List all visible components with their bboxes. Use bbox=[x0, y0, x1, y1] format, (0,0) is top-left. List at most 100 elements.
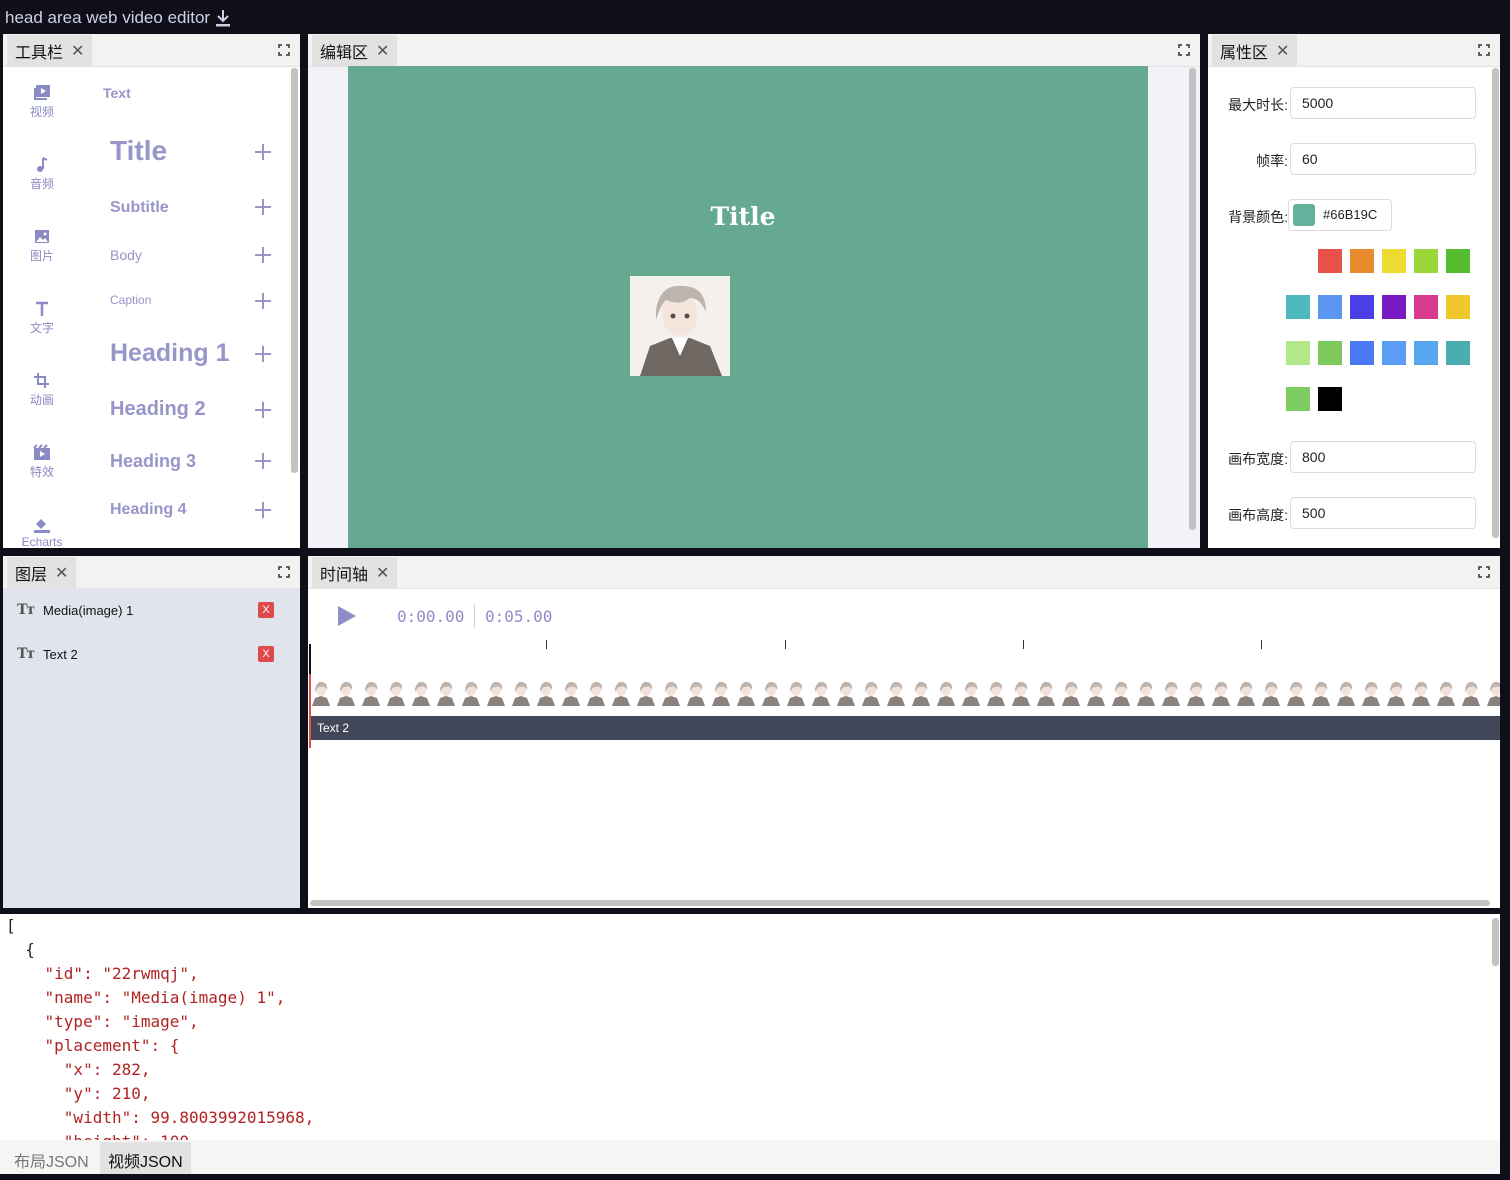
maximize-icon[interactable] bbox=[1478, 566, 1490, 578]
close-icon[interactable]: ✕ bbox=[71, 41, 84, 61]
category-animation[interactable]: 动画 bbox=[19, 372, 65, 408]
color-swatch[interactable] bbox=[1318, 341, 1342, 365]
close-icon[interactable]: ✕ bbox=[55, 563, 68, 583]
add-subtitle-icon[interactable] bbox=[254, 198, 272, 216]
color-swatch[interactable] bbox=[1414, 341, 1438, 365]
category-effects[interactable]: 特效 bbox=[19, 444, 65, 480]
text-item-heading4[interactable]: Heading 4 bbox=[110, 501, 186, 519]
image-thumbnail bbox=[410, 680, 432, 706]
tab-layers[interactable]: 图层 ✕ bbox=[7, 557, 77, 589]
image-thumbnail bbox=[660, 680, 682, 706]
layer-row[interactable]: Tт Text 2 X bbox=[3, 632, 293, 676]
tab-video-json[interactable]: 视频JSON bbox=[100, 1142, 191, 1174]
add-heading3-icon[interactable] bbox=[254, 452, 272, 470]
add-heading1-icon[interactable] bbox=[254, 345, 272, 363]
timeline-scrollbar[interactable] bbox=[310, 900, 1490, 906]
json-line-text: "height": 100 bbox=[6, 1132, 189, 1140]
add-heading2-icon[interactable] bbox=[254, 401, 272, 419]
image-thumbnail bbox=[1010, 680, 1032, 706]
text-item-heading2[interactable]: Heading 2 bbox=[110, 398, 206, 421]
timeline-panel: 时间轴 ✕ 0:00.00 0:05.00 Text 2 bbox=[308, 556, 1500, 908]
color-swatch[interactable] bbox=[1350, 295, 1374, 319]
tab-timeline[interactable]: 时间轴 ✕ bbox=[312, 557, 398, 589]
category-audio[interactable]: 音频 bbox=[19, 156, 65, 192]
ruler-tick bbox=[785, 640, 786, 649]
maximize-icon[interactable] bbox=[278, 566, 290, 578]
close-icon[interactable]: ✕ bbox=[1276, 41, 1289, 61]
add-caption-icon[interactable] bbox=[254, 292, 272, 310]
category-text[interactable]: 文字 bbox=[19, 300, 65, 336]
image-thumbnail bbox=[1110, 680, 1132, 706]
text-item-heading3[interactable]: Heading 3 bbox=[110, 451, 196, 472]
video-icon bbox=[34, 85, 50, 100]
close-icon[interactable]: ✕ bbox=[376, 563, 389, 583]
video-canvas[interactable]: Title bbox=[348, 66, 1148, 548]
close-icon[interactable]: ✕ bbox=[376, 41, 389, 61]
image-thumbnail bbox=[310, 680, 332, 706]
add-body-icon[interactable] bbox=[254, 246, 272, 264]
add-heading4-icon[interactable] bbox=[254, 501, 272, 519]
color-swatch[interactable] bbox=[1382, 341, 1406, 365]
tab-toolbar[interactable]: 工具栏 ✕ bbox=[7, 35, 93, 67]
image-thumbnail bbox=[1410, 680, 1432, 706]
fps-input[interactable]: 60 bbox=[1290, 143, 1476, 175]
max-duration-input[interactable]: 5000 bbox=[1290, 87, 1476, 119]
maximize-icon[interactable] bbox=[278, 44, 290, 56]
tab-editor[interactable]: 编辑区 ✕ bbox=[312, 35, 398, 67]
color-swatch[interactable] bbox=[1446, 249, 1470, 273]
text-item-heading1[interactable]: Heading 1 bbox=[110, 339, 229, 368]
play-icon[interactable] bbox=[336, 604, 358, 628]
text-item-title[interactable]: Title bbox=[110, 135, 167, 167]
color-swatch[interactable] bbox=[1414, 249, 1438, 273]
color-swatch[interactable] bbox=[1318, 249, 1342, 273]
text-item-body[interactable]: Body bbox=[110, 247, 142, 263]
color-swatch[interactable] bbox=[1382, 249, 1406, 273]
color-swatch[interactable] bbox=[1286, 387, 1310, 411]
category-video[interactable]: 视频 bbox=[19, 84, 65, 120]
playhead-top bbox=[309, 644, 311, 674]
add-title-icon[interactable] bbox=[254, 143, 272, 161]
color-swatch[interactable] bbox=[1286, 295, 1310, 319]
text-item-subtitle[interactable]: Subtitle bbox=[110, 199, 169, 217]
tab-editor-label: 编辑区 bbox=[320, 45, 369, 62]
color-swatch[interactable] bbox=[1446, 341, 1470, 365]
image-thumbnail bbox=[735, 680, 757, 706]
delete-layer-button[interactable]: X bbox=[258, 646, 274, 662]
image-thumbnail bbox=[710, 680, 732, 706]
json-viewer[interactable]: [ { "id": "22rwmqj", "name": "Media(imag… bbox=[0, 914, 1500, 1140]
color-swatch[interactable] bbox=[1446, 295, 1470, 319]
json-scrollbar[interactable] bbox=[1492, 918, 1499, 966]
color-swatch[interactable] bbox=[1286, 341, 1310, 365]
maximize-icon[interactable] bbox=[1478, 44, 1490, 56]
canvas-title-text[interactable]: Title bbox=[348, 202, 1148, 231]
download-icon[interactable] bbox=[214, 8, 232, 28]
color-swatch[interactable] bbox=[1318, 295, 1342, 319]
color-swatch[interactable] bbox=[1350, 249, 1374, 273]
tab-layout-json[interactable]: 布局JSON bbox=[6, 1142, 97, 1174]
category-image[interactable]: 图片 bbox=[19, 228, 65, 264]
color-swatch[interactable] bbox=[1318, 387, 1342, 411]
image-thumbnail bbox=[1485, 680, 1500, 706]
bg-color-picker[interactable]: #66B19C bbox=[1288, 199, 1392, 231]
color-swatch[interactable] bbox=[1350, 341, 1374, 365]
canvas-width-input[interactable]: 800 bbox=[1290, 441, 1476, 473]
maximize-icon[interactable] bbox=[1178, 44, 1190, 56]
editor-scrollbar[interactable] bbox=[1189, 68, 1196, 530]
text-item-caption[interactable]: Caption bbox=[110, 293, 151, 307]
image-track[interactable] bbox=[310, 680, 1500, 706]
image-thumbnail bbox=[1385, 680, 1407, 706]
canvas-height-input[interactable]: 500 bbox=[1290, 497, 1476, 529]
tab-properties[interactable]: 属性区 ✕ bbox=[1212, 35, 1298, 67]
layer-row[interactable]: Tт Media(image) 1 X bbox=[3, 588, 293, 632]
text-track[interactable]: Text 2 bbox=[310, 716, 1500, 740]
category-echarts[interactable]: Echarts bbox=[19, 516, 65, 548]
tab-timeline-label: 时间轴 bbox=[320, 567, 369, 584]
toolbar-scrollbar[interactable] bbox=[291, 68, 298, 473]
delete-layer-button[interactable]: X bbox=[258, 602, 274, 618]
color-swatch[interactable] bbox=[1382, 295, 1406, 319]
properties-scrollbar[interactable] bbox=[1492, 68, 1499, 538]
image-thumbnail bbox=[535, 680, 557, 706]
canvas-image[interactable] bbox=[630, 276, 730, 376]
image-thumbnail bbox=[635, 680, 657, 706]
color-swatch[interactable] bbox=[1414, 295, 1438, 319]
